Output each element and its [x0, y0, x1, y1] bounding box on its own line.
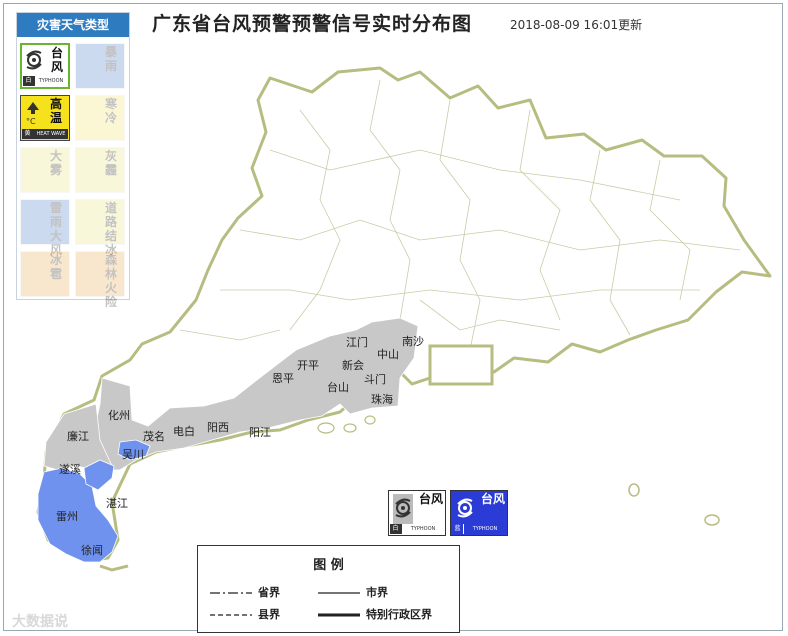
watermark-logo: 大数据说 — [12, 614, 68, 630]
hail-label: 冰雹 — [49, 253, 62, 281]
english-label: TYPHOON — [401, 524, 444, 534]
level-label: 蓝 — [452, 524, 463, 534]
typhoon-label: 台风 — [50, 46, 63, 74]
map-label: 廉江 — [67, 430, 89, 443]
english-label: TYPHOON — [463, 524, 506, 534]
badge-label: 台风 — [419, 492, 444, 506]
level-label: 白 — [23, 76, 34, 86]
map-label: 台山 — [327, 381, 349, 394]
map-label: 恩平 — [272, 372, 294, 385]
hail-button[interactable]: 冰雹 — [20, 251, 70, 297]
heat-icon: °C — [25, 100, 42, 126]
level-label: 黄 — [22, 129, 33, 139]
cold-label: 寒冷 — [104, 97, 117, 125]
english-label: HEAT WAVE — [33, 129, 68, 139]
map-legend: 图 例 省界 市界 县界 特别行政区界 — [197, 545, 460, 633]
county-border-sample — [210, 614, 252, 616]
map-label: 吴川 — [122, 448, 144, 461]
legend-sar: 特别行政区界 — [366, 608, 432, 621]
typhoon-icon — [26, 50, 42, 70]
sar-border-sample — [318, 613, 360, 617]
haze-button[interactable]: 灰霾 — [75, 147, 125, 193]
map-label: 开平 — [297, 359, 319, 372]
map-label: 南沙 — [402, 335, 424, 348]
map-label: 化州 — [108, 409, 130, 422]
svg-text:°C: °C — [26, 117, 36, 126]
fire-label: 森林火险 — [104, 253, 117, 309]
rainstorm-label: 暴雨 — [104, 45, 117, 73]
legend-county: 县界 — [258, 608, 280, 621]
haze-label: 灰霾 — [104, 149, 117, 177]
fog-button[interactable]: 大雾 — [20, 147, 70, 193]
city-border-sample — [318, 592, 360, 594]
map-label: 雷州 — [56, 510, 78, 523]
map-label: 珠海 — [371, 393, 393, 406]
map-label: 阳江 — [249, 426, 271, 439]
province-border-sample — [210, 592, 252, 594]
heat-label: 高温 — [49, 97, 62, 125]
map-label: 遂溪 — [59, 463, 81, 476]
typhoon-blue-warning-badge[interactable]: 台风 蓝 TYPHOON — [450, 490, 508, 536]
rainstorm-button[interactable]: 暴雨 — [75, 43, 125, 89]
map-label: 新会 — [342, 359, 364, 372]
thunder-label: 雷雨大风 — [49, 201, 62, 257]
heat-button[interactable]: °C 高温 黄 HEAT WAVE — [20, 95, 70, 141]
ice-label: 道路结冰 — [104, 201, 117, 257]
map-label: 茂名 — [143, 430, 165, 443]
thunder-button[interactable]: 雷雨大风 — [20, 199, 70, 257]
cold-button[interactable]: 寒冷 — [75, 95, 125, 141]
map-label: 电白 — [173, 425, 195, 438]
legend-province: 省界 — [258, 586, 280, 599]
typhoon-icon — [393, 494, 413, 524]
badge-label: 台风 — [481, 492, 506, 506]
legend-city: 市界 — [366, 586, 388, 599]
fire-button[interactable]: 森林火险 — [75, 251, 125, 309]
map-label: 中山 — [377, 348, 399, 361]
map-label: 阳西 — [207, 421, 229, 434]
disaster-type-panel: 灾害天气类型 台风 白 TYPHOON 暴雨 °C 高温 黄 HEAT WAVE 寒… — [16, 12, 130, 309]
english-label: TYPHOON — [34, 76, 67, 86]
ice-button[interactable]: 道路结冰 — [75, 199, 125, 257]
map-label: 江门 — [346, 336, 368, 349]
level-label: 白 — [390, 524, 401, 534]
legend-title: 图 例 — [313, 558, 344, 573]
typhoon-icon — [457, 498, 473, 518]
fog-label: 大雾 — [49, 149, 62, 177]
map-label: 湛江 — [106, 497, 128, 510]
typhoon-button[interactable]: 台风 白 TYPHOON — [20, 43, 70, 89]
hong-kong-region — [428, 344, 494, 386]
map-label: 徐闻 — [81, 544, 103, 557]
province-outline — [36, 66, 772, 562]
typhoon-white-warning-badge[interactable]: 台风 白 TYPHOON — [388, 490, 446, 536]
map-label: 斗门 — [364, 373, 386, 386]
panel-header: 灾害天气类型 — [17, 13, 129, 37]
